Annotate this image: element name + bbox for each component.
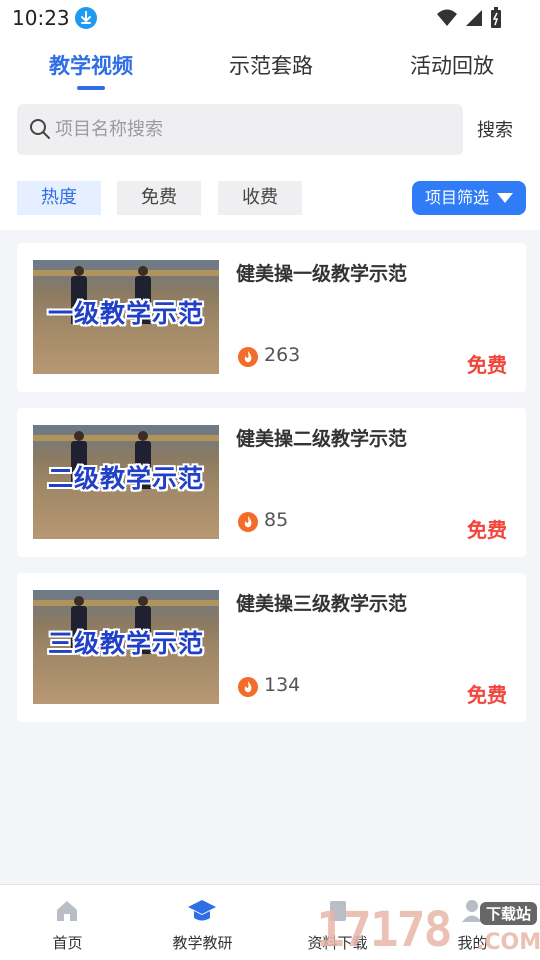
chip-paid[interactable]: 收费 xyxy=(218,181,302,215)
search-box[interactable] xyxy=(17,104,463,155)
fire-icon xyxy=(238,512,258,532)
search-bar: 搜索 xyxy=(0,96,540,164)
chip-free[interactable]: 免费 xyxy=(117,181,201,215)
video-title: 健美操二级教学示范 xyxy=(236,428,408,450)
graduation-cap-icon xyxy=(188,900,216,921)
nav-home[interactable]: 首页 xyxy=(0,885,135,960)
search-input[interactable] xyxy=(55,104,455,155)
watermark-text: 17178 xyxy=(316,902,452,958)
video-title: 健美操三级教学示范 xyxy=(236,593,408,615)
project-filter-button[interactable]: 项目筛选 xyxy=(412,181,526,215)
video-thumbnail: 三级教学示范 xyxy=(33,590,219,704)
home-icon xyxy=(57,901,77,921)
thumbnail-caption: 二级教学示范 xyxy=(47,464,204,493)
nav-label: 首页 xyxy=(52,934,83,952)
watermark-suffix: .COM xyxy=(476,930,540,955)
status-icons xyxy=(436,7,502,29)
thumbnail-caption: 一级教学示范 xyxy=(47,299,204,328)
thumbnail-caption: 三级教学示范 xyxy=(47,629,204,658)
battery-icon xyxy=(491,7,501,28)
video-card[interactable]: 二级教学示范 健美操二级教学示范 85 免费 xyxy=(17,408,526,557)
hot-count: 134 xyxy=(264,674,301,696)
chip-popularity[interactable]: 热度 xyxy=(17,181,101,215)
fire-icon xyxy=(238,347,258,367)
nav-teaching-research[interactable]: 教学教研 xyxy=(135,885,270,960)
active-tab-indicator xyxy=(77,86,105,90)
nav-label: 教学教研 xyxy=(172,934,233,952)
signal-icon xyxy=(466,10,482,26)
video-thumbnail: 一级教学示范 xyxy=(33,260,219,374)
hot-count: 85 xyxy=(264,509,289,531)
fire-icon xyxy=(238,677,258,697)
hot-count: 263 xyxy=(264,344,301,366)
price-badge: 免费 xyxy=(467,518,507,542)
tab-demo-routine[interactable]: 示范套路 xyxy=(229,50,313,80)
status-time: 10:23 xyxy=(12,6,70,30)
caret-down-icon xyxy=(497,193,513,203)
download-notification-icon xyxy=(75,7,97,29)
video-card[interactable]: 一级教学示范 健美操一级教学示范 263 免费 xyxy=(17,243,526,392)
tab-teaching-video[interactable]: 教学视频 xyxy=(49,50,133,80)
tab-event-replay[interactable]: 活动回放 xyxy=(410,50,494,80)
wifi-icon xyxy=(437,9,457,26)
video-thumbnail: 二级教学示范 xyxy=(33,425,219,539)
project-filter-label: 项目筛选 xyxy=(425,188,490,207)
price-badge: 免费 xyxy=(467,683,507,707)
top-tabs: 教学视频 示范套路 活动回放 xyxy=(0,36,540,96)
watermark-logo: 17178 下载站 .COM xyxy=(316,900,540,960)
video-card[interactable]: 三级教学示范 健美操三级教学示范 134 免费 xyxy=(17,573,526,722)
price-badge: 免费 xyxy=(467,353,507,377)
filter-bar: 热度 免费 收费 项目筛选 xyxy=(0,164,540,230)
watermark-badge: 下载站 xyxy=(480,902,538,925)
search-button[interactable]: 搜索 xyxy=(477,116,513,142)
status-bar: 10:23 xyxy=(0,0,540,36)
search-icon xyxy=(30,119,50,139)
video-title: 健美操一级教学示范 xyxy=(236,263,408,285)
